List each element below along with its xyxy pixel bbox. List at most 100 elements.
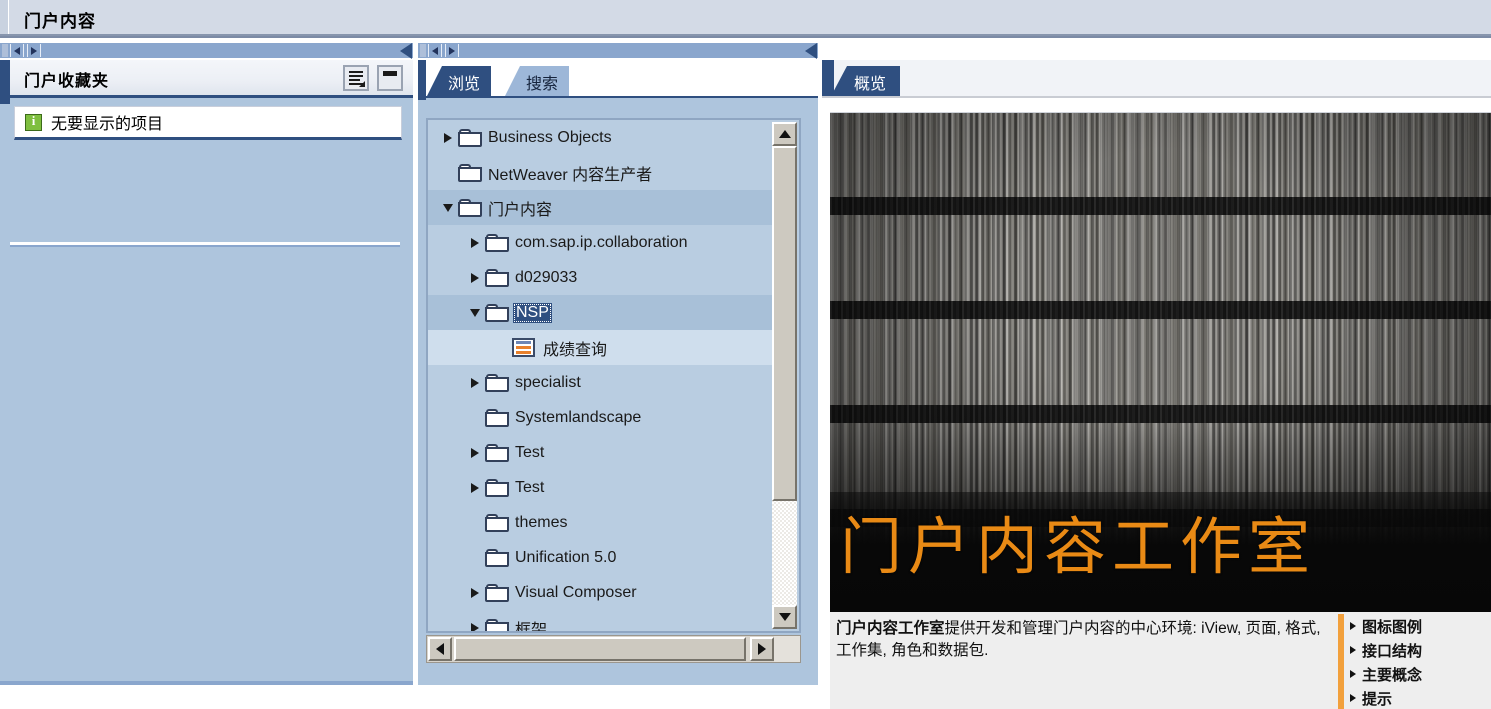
expand-arrow-icon[interactable] bbox=[438, 132, 458, 143]
tree-node-label: d029033 bbox=[515, 268, 578, 286]
overview-description-row: 门户内容工作室提供开发和管理门户内容的中心环境: iView, 页面, 格式, … bbox=[830, 612, 1491, 709]
scroll-up-icon bbox=[778, 130, 791, 138]
triangle-left-icon bbox=[14, 46, 20, 55]
overview-links: 图标图例 接口结构 主要概念 提示 bbox=[1350, 614, 1491, 709]
window-bottom-trim bbox=[0, 685, 822, 709]
scroll-left-icon bbox=[436, 643, 444, 655]
tree-node[interactable]: Business Objects bbox=[428, 120, 773, 155]
expand-arrow-icon[interactable] bbox=[465, 587, 485, 598]
tree-node[interactable]: Unification 5.0 bbox=[428, 540, 773, 575]
tree-node[interactable]: Test bbox=[428, 435, 773, 470]
scroll-down-button[interactable] bbox=[772, 605, 797, 629]
overview-link[interactable]: 提示 bbox=[1350, 686, 1491, 709]
overview-description: 门户内容工作室提供开发和管理门户内容的中心环境: iView, 页面, 格式, … bbox=[836, 618, 1331, 663]
left-panel-edge bbox=[0, 60, 10, 104]
tree-node[interactable]: 框架 bbox=[428, 610, 773, 631]
vertical-scroll-thumb[interactable] bbox=[772, 146, 797, 501]
mid-nav-next-button[interactable] bbox=[445, 44, 459, 57]
scroll-left-button[interactable] bbox=[428, 637, 452, 661]
tree-horizontal-scrollbar[interactable] bbox=[426, 635, 801, 663]
collapse-arrow-icon[interactable] bbox=[438, 203, 458, 212]
triangle-right-icon bbox=[449, 46, 455, 55]
overview-link[interactable]: 图标图例 bbox=[1350, 614, 1491, 638]
tree-node-label: 门户内容 bbox=[488, 201, 553, 219]
folder-icon bbox=[485, 408, 509, 427]
tree-node[interactable]: 成绩查询 bbox=[428, 330, 773, 365]
tree-node[interactable]: NetWeaver 内容生产者 bbox=[428, 155, 773, 190]
left-nav-prev-button[interactable] bbox=[10, 44, 24, 57]
portal-favorites-panel: 门户收藏夹 无要显示的项目 bbox=[0, 60, 413, 685]
tree-node[interactable]: Visual Composer bbox=[428, 575, 773, 610]
tree-node-label: themes bbox=[515, 513, 568, 531]
scroll-up-button[interactable] bbox=[772, 122, 797, 146]
portal-content-studio-window: 门户内容 门户收藏夹 i 无要显示的项目 浏览 搜索 Business Obje… bbox=[0, 0, 1491, 709]
middle-panel-navbar bbox=[418, 42, 818, 59]
tree-node[interactable]: com.sap.ip.collaboration bbox=[428, 225, 773, 260]
list-item-label: 无要显示的项目 bbox=[51, 116, 164, 133]
expand-arrow-icon[interactable] bbox=[465, 377, 485, 388]
folder-icon bbox=[485, 373, 509, 392]
tree-vertical-scrollbar[interactable] bbox=[772, 122, 797, 629]
triangle-left-icon bbox=[432, 46, 438, 55]
expand-arrow-icon[interactable] bbox=[465, 482, 485, 493]
portal-favorites-list: 无要显示的项目 bbox=[14, 106, 402, 146]
titlebar-underline bbox=[0, 34, 1491, 36]
tree-node-label: com.sap.ip.collaboration bbox=[515, 233, 688, 251]
left-nav-next-button[interactable] bbox=[27, 44, 41, 57]
navbar-left-mark bbox=[2, 44, 8, 57]
folder-icon bbox=[485, 478, 509, 497]
catalog-tab-edge bbox=[418, 60, 426, 100]
tree-node[interactable]: 门户内容 bbox=[428, 190, 773, 225]
content-tree-container: Business Objects NetWeaver 内容生产者门户内容 com.s… bbox=[426, 118, 801, 633]
accent-bar bbox=[1338, 614, 1344, 709]
folder-icon bbox=[485, 303, 509, 322]
expand-arrow-icon[interactable] bbox=[465, 272, 485, 283]
middle-panel-collapse-arrow-icon[interactable] bbox=[805, 43, 817, 59]
content-tree[interactable]: Business Objects NetWeaver 内容生产者门户内容 com.s… bbox=[428, 120, 773, 631]
list-options-button[interactable] bbox=[343, 65, 369, 91]
tree-node-label: NSP bbox=[513, 302, 552, 323]
catalog-tabbar-rule-right bbox=[578, 96, 818, 98]
scroll-down-icon bbox=[778, 613, 791, 621]
scroll-right-button[interactable] bbox=[750, 637, 774, 661]
tree-node-label: Unification 5.0 bbox=[515, 548, 617, 566]
list-item[interactable]: 无要显示的项目 bbox=[14, 106, 402, 140]
triangle-right-icon bbox=[1350, 670, 1356, 678]
tree-node[interactable]: d029033 bbox=[428, 260, 773, 295]
tree-node[interactable]: themes bbox=[428, 505, 773, 540]
portal-favorites-header: 门户收藏夹 bbox=[10, 60, 413, 98]
overview-link[interactable]: 主要概念 bbox=[1350, 662, 1491, 686]
navbar-mid-mark bbox=[420, 44, 426, 57]
titlebar-accent bbox=[0, 0, 9, 36]
tree-node[interactable]: specialist bbox=[428, 365, 773, 400]
portal-favorites-title: 门户收藏夹 bbox=[24, 73, 110, 90]
expand-arrow-icon[interactable] bbox=[465, 447, 485, 458]
folder-icon bbox=[485, 513, 509, 532]
overview-link[interactable]: 接口结构 bbox=[1350, 638, 1491, 662]
expand-arrow-icon[interactable] bbox=[465, 237, 485, 248]
expand-arrow-icon[interactable] bbox=[465, 622, 485, 631]
tree-node-label: Systemlandscape bbox=[515, 408, 642, 426]
tab-browse[interactable]: 浏览 bbox=[426, 66, 492, 98]
minimize-button[interactable] bbox=[377, 65, 403, 91]
folder-icon bbox=[485, 618, 509, 631]
folder-icon bbox=[485, 233, 509, 252]
left-panel-navbar bbox=[0, 42, 413, 59]
tree-node-label: Business Objects bbox=[488, 128, 612, 146]
folder-icon bbox=[458, 128, 482, 147]
tree-node[interactable]: NSP bbox=[428, 295, 773, 330]
left-panel-collapse-arrow-icon[interactable] bbox=[400, 43, 412, 59]
minimize-icon bbox=[383, 71, 397, 76]
triangle-right-icon bbox=[31, 46, 37, 55]
tab-search[interactable]: 搜索 bbox=[504, 66, 570, 98]
tree-node[interactable]: Systemlandscape bbox=[428, 400, 773, 435]
mid-nav-prev-button[interactable] bbox=[428, 44, 442, 57]
tab-overview[interactable]: 概览 bbox=[830, 66, 901, 98]
collapse-arrow-icon[interactable] bbox=[465, 308, 485, 317]
folder-icon bbox=[458, 198, 482, 217]
vertical-scroll-track[interactable] bbox=[772, 146, 797, 605]
horizontal-scroll-thumb[interactable] bbox=[454, 637, 746, 661]
triangle-right-icon bbox=[1350, 694, 1356, 702]
overview-panel: 概览 门户内容工作室 门户内容工作室提供开发和管理门户内容的中心环境: iVie… bbox=[822, 60, 1491, 709]
tree-node[interactable]: Test bbox=[428, 470, 773, 505]
